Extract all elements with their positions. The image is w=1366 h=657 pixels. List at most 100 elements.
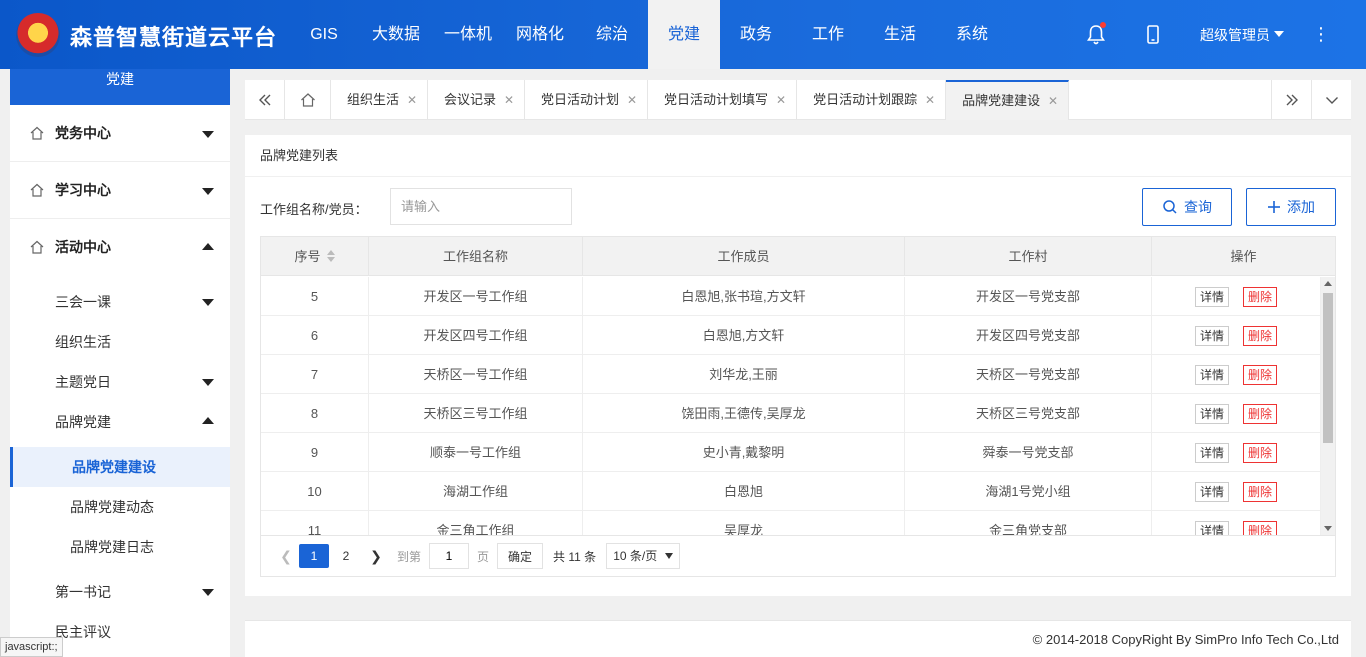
tab-party-day-plan[interactable]: 党日活动计划 ✕ — [525, 80, 649, 120]
cell-members: 白恩旭 — [583, 472, 905, 511]
nav-bigdata[interactable]: 大数据 — [360, 0, 432, 69]
top-navbar: 森普智慧街道云平台 GIS 大数据 一体机 网格化 综治 党建 政务 工作 生活… — [0, 0, 1366, 69]
tab-party-day-plan-track[interactable]: 党日活动计划跟踪 ✕ — [797, 80, 947, 120]
copyright-text: © 2014-2018 CopyRight By SimPro Info Tec… — [1032, 632, 1339, 647]
page-unit-label: 页 — [477, 549, 490, 564]
sidebar-sub2-brand-news[interactable]: 品牌党建动态 — [10, 487, 230, 527]
page-size-select[interactable]: 10 条/页 — [606, 543, 681, 569]
sidebar-sub-first-secretary[interactable]: 第一书记 — [10, 572, 230, 612]
sidebar-item-label: 主题党日 — [55, 374, 111, 390]
add-button[interactable]: 添加 — [1246, 188, 1336, 226]
cell-members: 刘华龙,王丽 — [583, 355, 905, 394]
page-1[interactable]: 1 — [299, 544, 329, 568]
scroll-up-icon[interactable] — [1324, 281, 1332, 286]
sidebar-item-activity[interactable]: 活动中心 — [10, 219, 230, 276]
close-icon[interactable]: ✕ — [1048, 82, 1058, 120]
detail-button[interactable]: 详情 — [1194, 325, 1229, 346]
nav-government[interactable]: 政务 — [720, 0, 792, 69]
delete-button[interactable]: 删除 — [1243, 442, 1278, 463]
delete-button[interactable]: 删除 — [1243, 520, 1278, 535]
delete-button[interactable]: 删除 — [1243, 403, 1278, 424]
scroll-down-icon[interactable] — [1324, 526, 1332, 531]
sidebar-sub-three-meetings[interactable]: 三会一课 — [10, 282, 230, 322]
next-page-icon[interactable]: ❯ — [363, 548, 389, 565]
cell-village: 天桥区一号党支部 — [905, 355, 1152, 394]
close-icon[interactable]: ✕ — [627, 80, 637, 120]
tab-home-icon[interactable] — [285, 80, 331, 120]
cell-group-name: 海湖工作组 — [369, 472, 583, 511]
main-nav: GIS 大数据 一体机 网格化 综治 党建 政务 工作 生活 系统 — [288, 0, 1008, 69]
delete-button[interactable]: 删除 — [1243, 325, 1278, 346]
tab-meeting-records[interactable]: 会议记录 ✕ — [428, 80, 526, 120]
nav-governance[interactable]: 综治 — [576, 0, 648, 69]
detail-button[interactable]: 详情 — [1194, 286, 1229, 307]
th-label: 序号 — [294, 249, 321, 264]
table-header: 序号 工作组名称 工作成员 工作村 操作 — [261, 237, 1335, 276]
nav-life[interactable]: 生活 — [864, 0, 936, 69]
caret-down-icon — [202, 299, 214, 306]
close-icon[interactable]: ✕ — [407, 80, 417, 120]
tabs-scroll-left-icon[interactable] — [245, 80, 285, 120]
caret-down-icon — [202, 589, 214, 596]
nav-party-building[interactable]: 党建 — [648, 0, 720, 69]
nav-gis[interactable]: GIS — [288, 0, 360, 69]
close-icon[interactable]: ✕ — [925, 80, 935, 120]
tabs-scroll-right-icon[interactable] — [1271, 80, 1311, 120]
detail-button[interactable]: 详情 — [1194, 403, 1229, 424]
search-input[interactable] — [390, 188, 572, 225]
close-icon[interactable]: ✕ — [504, 80, 514, 120]
sidebar-item-party-affairs[interactable]: 党务中心 — [10, 105, 230, 162]
detail-button[interactable]: 详情 — [1194, 481, 1229, 502]
goto-label: 到第 — [397, 549, 422, 564]
user-menu[interactable]: 超级管理员 — [1200, 25, 1284, 45]
sidebar-sub-org-life[interactable]: 组织生活 — [10, 322, 230, 362]
sidebar-item-study[interactable]: 学习中心 — [10, 162, 230, 219]
cell-index: 9 — [261, 433, 369, 472]
sidebar-sub-theme-day[interactable]: 主题党日 — [10, 362, 230, 402]
sidebar-item-label: 三会一课 — [55, 294, 111, 310]
nav-grid[interactable]: 网格化 — [504, 0, 576, 69]
sort-icon[interactable] — [326, 250, 335, 262]
close-icon[interactable]: ✕ — [776, 80, 786, 120]
tab-org-life[interactable]: 组织生活 ✕ — [331, 80, 429, 120]
cell-actions: 详情 删除 — [1152, 511, 1321, 535]
tab-brand-construction[interactable]: 品牌党建建设 ✕ — [946, 80, 1070, 120]
th-group-name: 工作组名称 — [369, 237, 583, 276]
tab-party-day-plan-fill[interactable]: 党日活动计划填写 ✕ — [648, 80, 798, 120]
page-tabs-bar: 组织生活 ✕ 会议记录 ✕ 党日活动计划 ✕ 党日活动计划填写 ✕ 党日活动计划跟踪 ✕ … — [245, 80, 1351, 120]
sidebar-item-label: 品牌党建 — [55, 414, 111, 430]
nav-work[interactable]: 工作 — [792, 0, 864, 69]
caret-up-icon — [202, 417, 214, 424]
delete-button[interactable]: 删除 — [1243, 286, 1278, 307]
table-row: 5 开发区一号工作组 白恩旭,张书瑄,方文轩 开发区一号党支部 详情 删除 — [261, 277, 1321, 316]
cell-members: 饶田雨,王德传,吴厚龙 — [583, 394, 905, 433]
th-index[interactable]: 序号 — [261, 237, 369, 276]
detail-button[interactable]: 详情 — [1194, 364, 1229, 385]
sidebar-item-label: 第一书记 — [55, 584, 111, 600]
query-button[interactable]: 查询 — [1142, 188, 1232, 226]
tab-label: 会议记录 — [444, 92, 497, 107]
detail-button[interactable]: 详情 — [1194, 442, 1229, 463]
tabs-dropdown-icon[interactable] — [1311, 80, 1351, 120]
goto-confirm-button[interactable]: 确定 — [497, 543, 544, 569]
nav-system[interactable]: 系统 — [936, 0, 1008, 69]
sidebar-sub2-brand-construction[interactable]: 品牌党建建设 — [10, 447, 230, 487]
detail-button[interactable]: 详情 — [1194, 520, 1229, 535]
mobile-phone-icon[interactable] — [1143, 24, 1163, 46]
tab-label: 党日活动计划填写 — [664, 92, 769, 107]
query-button-label: 查询 — [1184, 199, 1212, 215]
prev-page-icon[interactable]: ❮ — [273, 548, 299, 565]
delete-button[interactable]: 删除 — [1243, 364, 1278, 385]
delete-button[interactable]: 删除 — [1243, 481, 1278, 502]
more-vertical-icon[interactable]: ⋮ — [1312, 22, 1330, 46]
caret-down-icon — [202, 379, 214, 386]
nav-kiosk[interactable]: 一体机 — [432, 0, 504, 69]
table-scrollbar[interactable] — [1321, 277, 1335, 535]
goto-page-input[interactable] — [429, 543, 470, 569]
table-row: 7 天桥区一号工作组 刘华龙,王丽 天桥区一号党支部 详情 删除 — [261, 355, 1321, 394]
sidebar-sub-brand-party[interactable]: 品牌党建 — [10, 402, 230, 442]
sidebar-sub2-brand-log[interactable]: 品牌党建日志 — [10, 527, 230, 567]
scrollbar-thumb[interactable] — [1323, 293, 1333, 443]
page-2[interactable]: 2 — [331, 544, 361, 568]
bell-icon[interactable] — [1086, 22, 1106, 46]
